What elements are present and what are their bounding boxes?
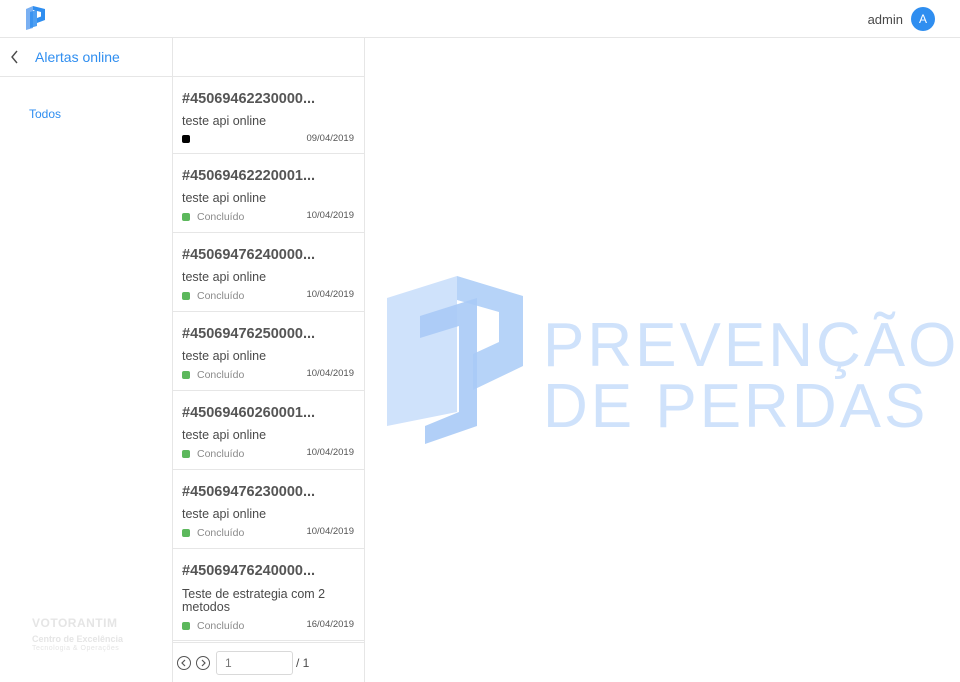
alert-date: 09/04/2019 [306,133,354,144]
pagination: / 1 [173,642,364,682]
page-total: / 1 [296,655,310,670]
page-number-input[interactable] [216,650,293,675]
alert-date: 10/04/2019 [306,289,354,300]
sidebar-header: Alertas online [0,38,172,77]
alert-status: Concluído [182,448,244,460]
status-dot [182,213,190,221]
alert-id: #45069462230000... [182,91,316,107]
alert-status [182,135,197,143]
user-name: admin [867,11,903,27]
status-text: Concluído [197,527,245,539]
alert-date: 10/04/2019 [306,210,354,221]
circle-chevron-left-icon[interactable] [177,655,191,670]
alert-id: #45069476240000... [182,247,316,263]
list-item[interactable]: #45069476230000... teste api online Conc… [173,470,364,549]
list-item[interactable]: #45069462220001... teste api online Conc… [173,154,364,233]
status-dot [182,450,190,458]
status-dot [182,622,190,630]
alert-description: teste api online [182,507,267,521]
alert-id: #45069476240000... [182,563,316,579]
sidebar: Alertas online Todos VOTORANTIM Centro d… [0,38,173,682]
brand-subtitle: Centro de Excelência [32,634,124,644]
alert-status: Concluído [182,290,244,302]
logo-icon[interactable] [25,5,47,31]
alert-list-pane: #45069462230000... teste api online 09/0… [173,38,365,682]
alert-date: 16/04/2019 [306,619,354,630]
watermark-logo-icon [387,276,523,444]
list-item[interactable]: #45069460260001... teste api online Conc… [173,391,364,470]
status-text: Concluído [197,620,245,632]
brand-footer: VOTORANTIM Centro de Excelência Tecnolog… [32,616,123,652]
alert-description: teste api online [182,114,267,128]
brand-tagline: Tecnologia & Operações [32,645,120,652]
circle-chevron-right-icon[interactable] [196,655,210,670]
status-dot [182,292,190,300]
alert-id: #45069476230000... [182,484,316,500]
main-content: PREVENÇÃO DE PERDAS [365,38,960,682]
alert-description: teste api online [182,191,267,205]
status-text: Concluído [197,211,245,223]
filter-item-todos[interactable]: Todos [29,107,61,121]
alert-description: teste api online [182,270,267,284]
list-header [173,38,364,77]
alert-date: 10/04/2019 [306,447,354,458]
status-text: Concluído [197,369,245,381]
status-dot [182,135,190,143]
alert-id: #45069460260001... [182,405,316,421]
status-dot [182,371,190,379]
alert-description: teste api online [182,428,267,442]
sidebar-title: Alertas online [35,49,120,65]
alert-status: Concluído [182,620,244,632]
alert-id: #45069476250000... [182,326,316,342]
avatar[interactable]: A [911,7,935,31]
top-bar: admin A [0,0,960,38]
list-item[interactable]: #45069476240000... Teste de estrategia c… [173,549,364,641]
alert-description: teste api online [182,349,267,363]
alert-status: Concluído [182,211,244,223]
chevron-left-icon[interactable] [0,38,30,77]
list-item[interactable]: #45069476250000... teste api online Conc… [173,312,364,391]
status-text: Concluído [197,290,245,302]
alert-description: Teste de estrategia com 2 metodos [182,587,326,614]
alert-date: 10/04/2019 [306,368,354,379]
list-item[interactable]: #45069476240000... teste api online Conc… [173,233,364,312]
list-item[interactable]: #45069462230000... teste api online 09/0… [173,77,364,154]
alert-date: 10/04/2019 [306,526,354,537]
brand-name: VOTORANTIM [32,616,118,630]
watermark-subtitle: DE PERDAS [543,372,929,441]
status-text: Concluído [197,448,245,460]
alert-id: #45069462220001... [182,168,316,184]
status-dot [182,529,190,537]
alert-status: Concluído [182,527,244,539]
alert-status: Concluído [182,369,244,381]
user-menu[interactable]: admin A [868,7,935,31]
